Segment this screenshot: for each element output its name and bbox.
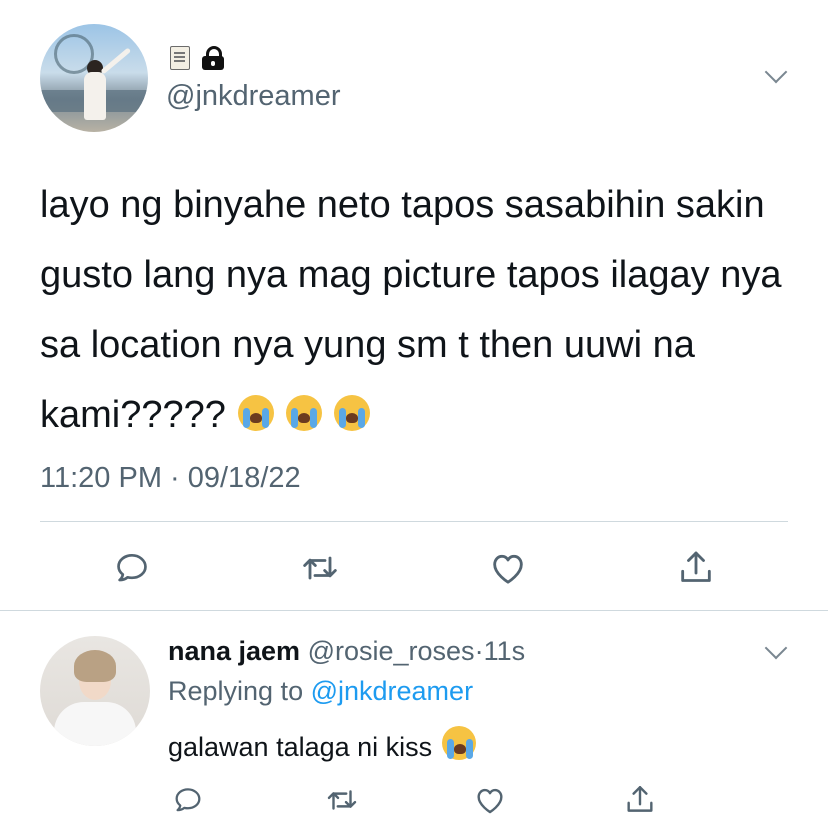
reply-header: nana jaem @rosie_roses·11s (168, 636, 525, 667)
replying-to-line: Replying to @jnkdreamer (168, 676, 473, 707)
author-handle[interactable]: @jnkdreamer (166, 80, 341, 113)
retweet-icon[interactable] (322, 780, 362, 820)
reply-author-avatar[interactable] (40, 636, 150, 746)
loudly-crying-face-icon (442, 726, 477, 760)
lock-icon (202, 46, 224, 70)
divider (0, 610, 828, 611)
reply-icon[interactable] (168, 780, 208, 820)
author-avatar[interactable] (40, 24, 148, 132)
avatar-person-hair (74, 650, 116, 682)
reply-text: galawan talaga ni kiss (168, 726, 477, 763)
like-icon[interactable] (470, 780, 510, 820)
reply-author-name[interactable]: nana jaem (168, 636, 300, 666)
avatar-person-body (84, 72, 106, 120)
avatar-person-shirt (54, 702, 136, 746)
share-icon[interactable] (620, 780, 660, 820)
loudly-crying-face-icon (333, 395, 370, 431)
divider (40, 521, 788, 522)
retweet-icon[interactable] (298, 546, 342, 590)
scroll-icon (170, 46, 190, 70)
reply-icon[interactable] (110, 546, 154, 590)
loudly-crying-face-icon (237, 395, 274, 431)
loudly-crying-face-icon (285, 395, 322, 431)
chevron-down-icon[interactable] (764, 60, 788, 84)
reply-author-handle[interactable]: @rosie_roses (308, 636, 475, 666)
replying-to-mention[interactable]: @jnkdreamer (311, 676, 473, 706)
tweet-timestamp[interactable]: 11:20 PM · 09/18/22 (40, 462, 301, 495)
replying-to-label: Replying to (168, 676, 311, 706)
author-display-name[interactable] (170, 46, 224, 70)
reply-separator: · (474, 636, 484, 666)
reply-text-content: galawan talaga ni kiss (168, 732, 433, 762)
reply-time[interactable]: 11s (484, 636, 526, 666)
chevron-down-icon[interactable] (764, 636, 788, 660)
tweet-text-content: layo ng binyahe neto tapos sasabihin sak… (40, 184, 782, 436)
avatar-person-arm (100, 47, 132, 75)
tweet-text: layo ng binyahe neto tapos sasabihin sak… (40, 170, 800, 450)
like-icon[interactable] (486, 546, 530, 590)
share-icon[interactable] (674, 546, 718, 590)
